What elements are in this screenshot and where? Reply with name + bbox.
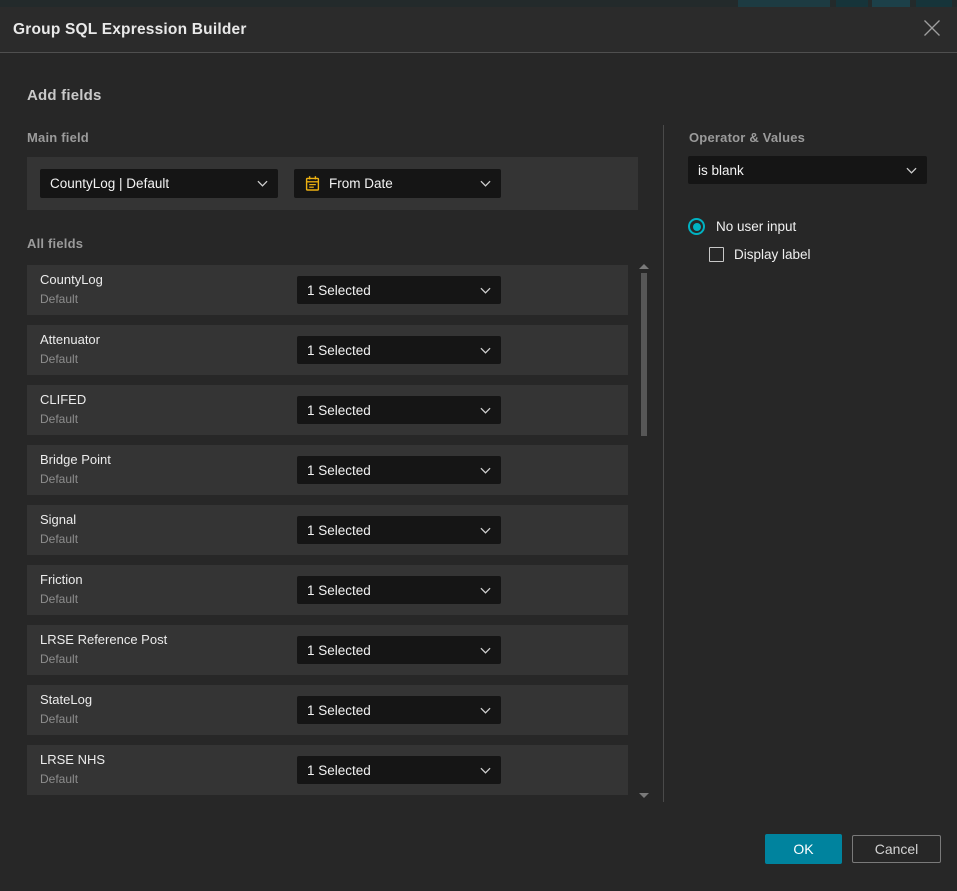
calendar-date-icon [304, 175, 321, 192]
field-row: Signal Default 1 Selected [27, 505, 628, 555]
field-row-selection-value: 1 Selected [307, 763, 371, 778]
chevron-down-icon [480, 527, 491, 534]
field-row-name: Signal [40, 512, 76, 527]
no-user-input-radio[interactable]: No user input [688, 218, 796, 235]
field-row-subtitle: Default [40, 352, 78, 366]
close-button[interactable] [920, 18, 944, 42]
field-row-selection-dropdown[interactable]: 1 Selected [297, 756, 501, 784]
field-row: CountyLog Default 1 Selected [27, 265, 628, 315]
field-row-subtitle: Default [40, 412, 78, 426]
dialog-titlebar: Group SQL Expression Builder [0, 7, 957, 53]
field-row-selection-dropdown[interactable]: 1 Selected [297, 516, 501, 544]
panel-divider [663, 125, 664, 802]
field-row-selection-dropdown[interactable]: 1 Selected [297, 336, 501, 364]
field-row-selection-dropdown[interactable]: 1 Selected [297, 636, 501, 664]
field-row: Attenuator Default 1 Selected [27, 325, 628, 375]
checkbox-unchecked-icon [709, 247, 724, 262]
chevron-down-icon [480, 467, 491, 474]
cancel-button[interactable]: Cancel [852, 835, 941, 863]
no-user-input-label: No user input [716, 219, 796, 234]
field-row-selection-dropdown[interactable]: 1 Selected [297, 576, 501, 604]
operator-dropdown[interactable]: is blank [688, 156, 927, 184]
field-row-name: CountyLog [40, 272, 103, 287]
field-row-subtitle: Default [40, 472, 78, 486]
background-app-strip [0, 0, 957, 7]
field-row-subtitle: Default [40, 592, 78, 606]
field-row-name: LRSE NHS [40, 752, 105, 767]
chevron-down-icon [480, 767, 491, 774]
field-select-dropdown[interactable]: From Date [294, 169, 501, 198]
field-row: StateLog Default 1 Selected [27, 685, 628, 735]
chevron-down-icon [480, 707, 491, 714]
field-row-subtitle: Default [40, 652, 78, 666]
all-fields-list: CountyLog Default 1 Selected Attenuator … [27, 265, 628, 805]
chevron-down-icon [480, 287, 491, 294]
field-row-selection-value: 1 Selected [307, 583, 371, 598]
display-label-checkbox[interactable]: Display label [709, 247, 811, 262]
field-row-name: Bridge Point [40, 452, 111, 467]
field-row-selection-value: 1 Selected [307, 283, 371, 298]
add-fields-heading: Add fields [27, 87, 102, 104]
chevron-down-icon [480, 347, 491, 354]
scrollbar-up-arrow-icon[interactable] [639, 264, 649, 269]
field-row-selection-value: 1 Selected [307, 403, 371, 418]
field-row: LRSE NHS Default 1 Selected [27, 745, 628, 795]
close-icon [923, 19, 941, 42]
field-row-selection-value: 1 Selected [307, 703, 371, 718]
chevron-down-icon [480, 647, 491, 654]
radio-selected-icon [688, 218, 705, 235]
field-row-subtitle: Default [40, 292, 78, 306]
group-sql-expression-builder-dialog: Group SQL Expression Builder Add fields … [0, 0, 957, 891]
ok-button[interactable]: OK [765, 834, 842, 864]
field-row-selection-value: 1 Selected [307, 643, 371, 658]
field-row-selection-value: 1 Selected [307, 463, 371, 478]
field-row-name: CLIFED [40, 392, 86, 407]
field-row: CLIFED Default 1 Selected [27, 385, 628, 435]
layer-select-dropdown[interactable]: CountyLog | Default [40, 169, 278, 198]
scrollbar-thumb[interactable] [641, 273, 647, 436]
field-row-selection-dropdown[interactable]: 1 Selected [297, 276, 501, 304]
operator-value: is blank [698, 163, 744, 178]
chevron-down-icon [480, 407, 491, 414]
field-row-subtitle: Default [40, 712, 78, 726]
field-row-subtitle: Default [40, 532, 78, 546]
chevron-down-icon [257, 180, 268, 187]
field-row: Friction Default 1 Selected [27, 565, 628, 615]
scrollbar-down-arrow-icon[interactable] [639, 793, 649, 798]
field-row-name: Friction [40, 572, 83, 587]
main-field-label: Main field [27, 130, 89, 145]
main-field-panel: CountyLog | Default From Date [27, 157, 638, 210]
field-row-subtitle: Default [40, 772, 78, 786]
field-row-name: StateLog [40, 692, 92, 707]
field-row: LRSE Reference Post Default 1 Selected [27, 625, 628, 675]
field-row-selection-value: 1 Selected [307, 523, 371, 538]
chevron-down-icon [480, 587, 491, 594]
operator-values-label: Operator & Values [689, 130, 805, 145]
dialog-title: Group SQL Expression Builder [13, 21, 247, 39]
field-row-name: LRSE Reference Post [40, 632, 167, 647]
field-row-selection-value: 1 Selected [307, 343, 371, 358]
layer-select-value: CountyLog | Default [50, 176, 169, 191]
display-label-label: Display label [734, 247, 811, 262]
field-row-selection-dropdown[interactable]: 1 Selected [297, 696, 501, 724]
field-row-selection-dropdown[interactable]: 1 Selected [297, 456, 501, 484]
all-fields-label: All fields [27, 236, 83, 251]
field-row-name: Attenuator [40, 332, 100, 347]
field-select-value: From Date [329, 176, 393, 191]
field-row-selection-dropdown[interactable]: 1 Selected [297, 396, 501, 424]
chevron-down-icon [906, 167, 917, 174]
field-row: Bridge Point Default 1 Selected [27, 445, 628, 495]
chevron-down-icon [480, 180, 491, 187]
